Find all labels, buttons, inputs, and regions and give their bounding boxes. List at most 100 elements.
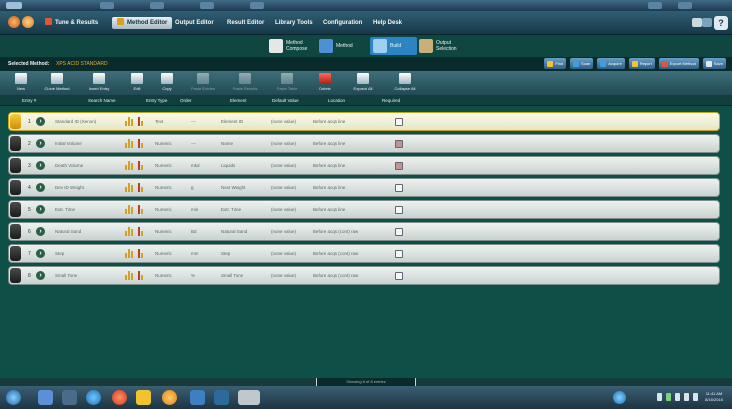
chart-icon[interactable]: [125, 227, 134, 236]
media-icon[interactable]: [62, 390, 77, 405]
column-header-element[interactable]: Element: [230, 98, 247, 103]
expand-row-button[interactable]: ›: [36, 271, 45, 280]
chart-icon[interactable]: [125, 271, 134, 280]
reorder-icon[interactable]: [138, 117, 146, 126]
expand-row-button[interactable]: ›: [36, 249, 45, 258]
menu-library-tools[interactable]: Library Tools: [270, 17, 318, 29]
reorder-icon[interactable]: [138, 249, 146, 258]
expand-row-button[interactable]: ›: [36, 161, 45, 170]
required-checkbox[interactable]: [395, 272, 403, 280]
menu-tune-results[interactable]: Tune & Results: [40, 17, 103, 29]
tab-method[interactable]: Method: [316, 37, 363, 55]
report-button[interactable]: Report: [628, 58, 655, 69]
network-tray-icon[interactable]: [693, 393, 698, 401]
app-orb-icon[interactable]: [8, 16, 20, 28]
save-button[interactable]: Save: [702, 58, 726, 69]
table-row[interactable]: 7 › Step Numeric mm Step (none value) Be…: [8, 244, 720, 263]
required-checkbox[interactable]: [395, 118, 403, 126]
window-tab-icon[interactable]: [200, 2, 214, 9]
chart-icon[interactable]: [125, 139, 134, 148]
paste-table-button[interactable]: Paste Table: [270, 72, 304, 94]
notes-icon[interactable]: [136, 390, 151, 405]
window-tab-icon[interactable]: [150, 2, 164, 9]
file-manager-icon[interactable]: [38, 390, 53, 405]
app-orange-icon[interactable]: [162, 390, 177, 405]
tray-icon[interactable]: [657, 393, 662, 401]
menu-output-editor[interactable]: Output Editor: [170, 17, 219, 29]
find-button[interactable]: Find: [544, 58, 567, 69]
column-header-entry[interactable]: Entry #: [22, 98, 36, 103]
required-checkbox[interactable]: [395, 140, 403, 148]
expand-row-button[interactable]: ›: [36, 205, 45, 214]
table-row[interactable]: 5 › Extr. Time Numeric min Extr. Time (n…: [8, 200, 720, 219]
pin-icon[interactable]: [692, 18, 702, 27]
column-header-default-value[interactable]: Default Value: [272, 98, 299, 103]
tab-method-compose[interactable]: Method Compose: [266, 37, 313, 55]
required-checkbox[interactable]: [395, 228, 403, 236]
maximize-button[interactable]: [678, 2, 692, 9]
tab-output-selection[interactable]: Output Selection: [416, 37, 463, 55]
quick-access-icon[interactable]: [22, 16, 34, 28]
row-drag-handle-icon[interactable]: [10, 158, 21, 173]
menu-method-editor[interactable]: Method Editor: [112, 17, 173, 29]
column-header-required[interactable]: Required: [382, 98, 400, 103]
expand-all-button[interactable]: Expand All: [346, 72, 380, 94]
acquire-button[interactable]: Acquire: [597, 58, 625, 69]
browser-icon[interactable]: [86, 390, 101, 405]
table-row[interactable]: 2 › Initial Volume Numeric --- Name (non…: [8, 134, 720, 153]
expand-row-button[interactable]: ›: [36, 117, 45, 126]
menu-configuration[interactable]: Configuration: [318, 17, 367, 29]
column-header-order[interactable]: Order: [180, 98, 192, 103]
collapse-all-button[interactable]: Collapse All: [388, 72, 422, 94]
new-button[interactable]: New: [4, 72, 38, 94]
settings-icon[interactable]: [702, 18, 712, 27]
expand-row-button[interactable]: ›: [36, 139, 45, 148]
row-drag-handle-icon[interactable]: [10, 114, 21, 129]
tab-build[interactable]: Build: [370, 37, 417, 55]
row-drag-handle-icon[interactable]: [10, 180, 21, 195]
export-method-button[interactable]: Export Method: [658, 58, 699, 69]
reorder-icon[interactable]: [138, 139, 146, 148]
delete-button[interactable]: Delete: [308, 72, 342, 94]
chart-icon[interactable]: [125, 117, 134, 126]
chart-icon[interactable]: [125, 161, 134, 170]
tray-icon[interactable]: [666, 393, 671, 401]
table-row[interactable]: 3 › Death Volume Numeric mkd Liquids (no…: [8, 156, 720, 175]
required-checkbox[interactable]: [395, 250, 403, 258]
chart-icon[interactable]: [125, 205, 134, 214]
table-row[interactable]: 1 › Standard ID (Xenon) Text --- Element…: [8, 112, 720, 131]
table-row[interactable]: 8 › Small Tone Numeric % Small Tone (non…: [8, 266, 720, 285]
row-drag-handle-icon[interactable]: [10, 202, 21, 217]
reorder-icon[interactable]: [138, 227, 146, 236]
window-tab-icon[interactable]: [250, 2, 264, 9]
column-header-search-name[interactable]: Search Name: [88, 98, 116, 103]
insert-entry-button[interactable]: Insert Entry: [82, 72, 116, 94]
column-header-entry-type[interactable]: Entry Type: [146, 98, 167, 103]
instrument-icon[interactable]: [238, 390, 260, 405]
reorder-icon[interactable]: [138, 271, 146, 280]
row-drag-handle-icon[interactable]: [10, 246, 21, 261]
window-icon[interactable]: [190, 390, 205, 405]
reorder-icon[interactable]: [138, 183, 146, 192]
menu-help-desk[interactable]: Help Desk: [368, 17, 407, 29]
edit-button[interactable]: Edit: [120, 72, 154, 94]
chart-icon[interactable]: [125, 249, 134, 258]
help-button[interactable]: ?: [714, 16, 728, 30]
column-header-location[interactable]: Location: [328, 98, 345, 103]
network-icon[interactable]: [214, 390, 229, 405]
required-checkbox[interactable]: [395, 162, 403, 170]
row-drag-handle-icon[interactable]: [10, 136, 21, 151]
table-row[interactable]: 4 › Dev ID Weight Numeric g Next Weight …: [8, 178, 720, 197]
chart-icon[interactable]: [125, 183, 134, 192]
row-drag-handle-icon[interactable]: [10, 224, 21, 239]
required-checkbox[interactable]: [395, 206, 403, 214]
start-orb-icon[interactable]: [6, 390, 21, 405]
paste-entries-button[interactable]: Paste Entries: [186, 72, 220, 94]
scan-button[interactable]: Scan: [570, 58, 594, 69]
minimize-button[interactable]: [648, 2, 662, 9]
volume-icon[interactable]: [684, 393, 689, 401]
expand-row-button[interactable]: ›: [36, 183, 45, 192]
tray-icon[interactable]: [675, 393, 680, 401]
menu-result-editor[interactable]: Result Editor: [222, 17, 269, 29]
row-drag-handle-icon[interactable]: [10, 268, 21, 283]
